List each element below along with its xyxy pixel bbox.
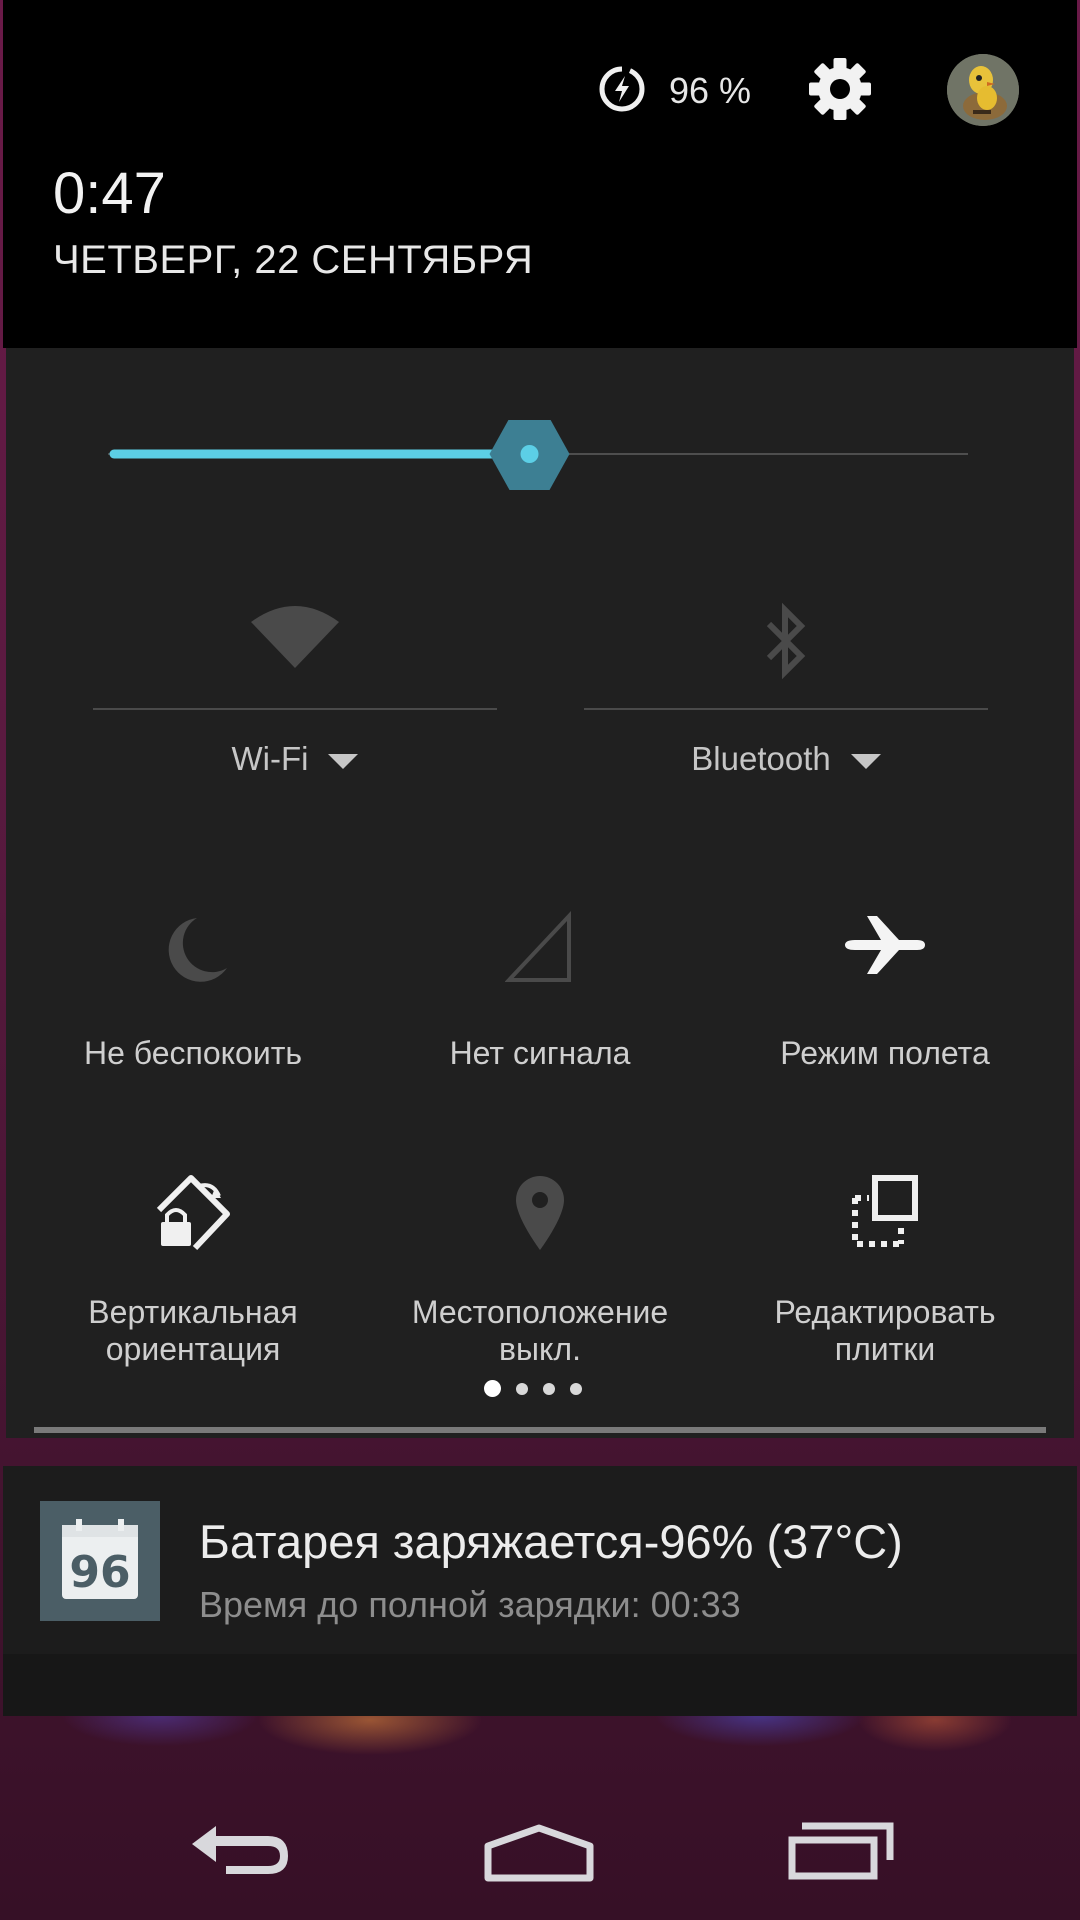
moon-icon xyxy=(168,918,227,982)
tile-label: Нет сигнала xyxy=(449,1035,631,1071)
clock-date[interactable]: ЧЕТВЕРГ, 22 СЕНТЯБРЯ xyxy=(53,238,533,283)
brightness-slider[interactable] xyxy=(108,420,968,500)
notification-title: Батарея заряжается-96% (37°C) xyxy=(199,1515,903,1568)
tile-label-line1: Вертикальная xyxy=(88,1294,298,1330)
tile-bluetooth[interactable]: Bluetooth xyxy=(584,600,988,830)
tile-airplane-mode[interactable]: Режим полета xyxy=(712,910,1058,1110)
home-icon[interactable] xyxy=(484,1822,594,1882)
bluetooth-icon xyxy=(766,602,806,680)
page-indicator xyxy=(484,1380,597,1398)
wifi-icon xyxy=(251,606,339,668)
back-icon[interactable] xyxy=(186,1822,296,1882)
gear-icon[interactable] xyxy=(807,56,873,122)
page-dot[interactable] xyxy=(570,1382,582,1395)
tile-location[interactable]: Местоположение выкл. xyxy=(367,1172,713,1372)
status-header: 96 % 0:47 ЧЕТВЕРГ, 22 СЕНТЯБРЯ xyxy=(3,0,1077,348)
avatar-image xyxy=(947,54,1019,126)
tile-label-line2: ориентация xyxy=(105,1331,281,1367)
tile-label-line1: Местоположение xyxy=(411,1294,669,1330)
battery-level-text: 96 xyxy=(69,1547,130,1598)
quick-settings-drag-handle[interactable] xyxy=(34,1427,1046,1433)
location-icon xyxy=(516,1176,564,1250)
battery-notification[interactable]: 96 Батарея заряжается-96% (37°C) Время д… xyxy=(3,1466,1077,1716)
tile-label-line2: плитки xyxy=(834,1331,936,1367)
tile-label: Режим полета xyxy=(780,1035,990,1071)
brightness-thumb[interactable] xyxy=(489,420,570,490)
edit-tiles-icon xyxy=(852,1175,918,1247)
airplane-icon xyxy=(845,916,925,974)
page-dot[interactable] xyxy=(543,1382,555,1395)
tile-divider xyxy=(93,708,497,710)
tile-wifi[interactable]: Wi-Fi xyxy=(93,600,497,830)
chevron-down-icon[interactable] xyxy=(850,753,881,769)
bluetooth-label: Bluetooth xyxy=(691,740,831,777)
tile-do-not-disturb[interactable]: Не беспокоить xyxy=(20,910,366,1110)
battery-level-icon: 96 xyxy=(40,1501,160,1621)
tile-edit-tiles[interactable]: Редактировать плитки xyxy=(712,1172,1058,1372)
page-dot[interactable] xyxy=(484,1380,501,1398)
notification-footer xyxy=(3,1654,1077,1716)
notification-subtitle: Время до полной зарядки: 00:33 xyxy=(199,1584,741,1625)
calendar-badge-icon: 96 xyxy=(62,1519,138,1599)
tile-label-line1: Редактировать xyxy=(774,1294,996,1330)
tile-label-line2: выкл. xyxy=(499,1331,581,1367)
chevron-down-icon[interactable] xyxy=(328,753,359,769)
clock-time[interactable]: 0:47 xyxy=(53,160,166,227)
battery-percent[interactable]: 96 % xyxy=(669,70,751,112)
user-avatar[interactable] xyxy=(947,54,1019,126)
no-signal-icon xyxy=(505,910,571,982)
page-dot[interactable] xyxy=(516,1382,528,1395)
tile-label: Не беспокоить xyxy=(83,1035,303,1071)
tile-divider xyxy=(584,708,988,710)
recents-icon[interactable] xyxy=(786,1822,896,1882)
screen: 96 % 0:47 ЧЕТВЕРГ, 22 СЕНТЯБРЯ Wi-Fi Blu… xyxy=(0,0,1080,1920)
wifi-label: Wi-Fi xyxy=(231,740,309,777)
tile-rotation-lock[interactable]: Вертикальная ориентация xyxy=(20,1172,366,1372)
battery-charging-icon[interactable] xyxy=(597,64,647,114)
rotation-lock-icon xyxy=(156,1175,230,1251)
tile-mobile-signal[interactable]: Нет сигнала xyxy=(367,910,713,1110)
